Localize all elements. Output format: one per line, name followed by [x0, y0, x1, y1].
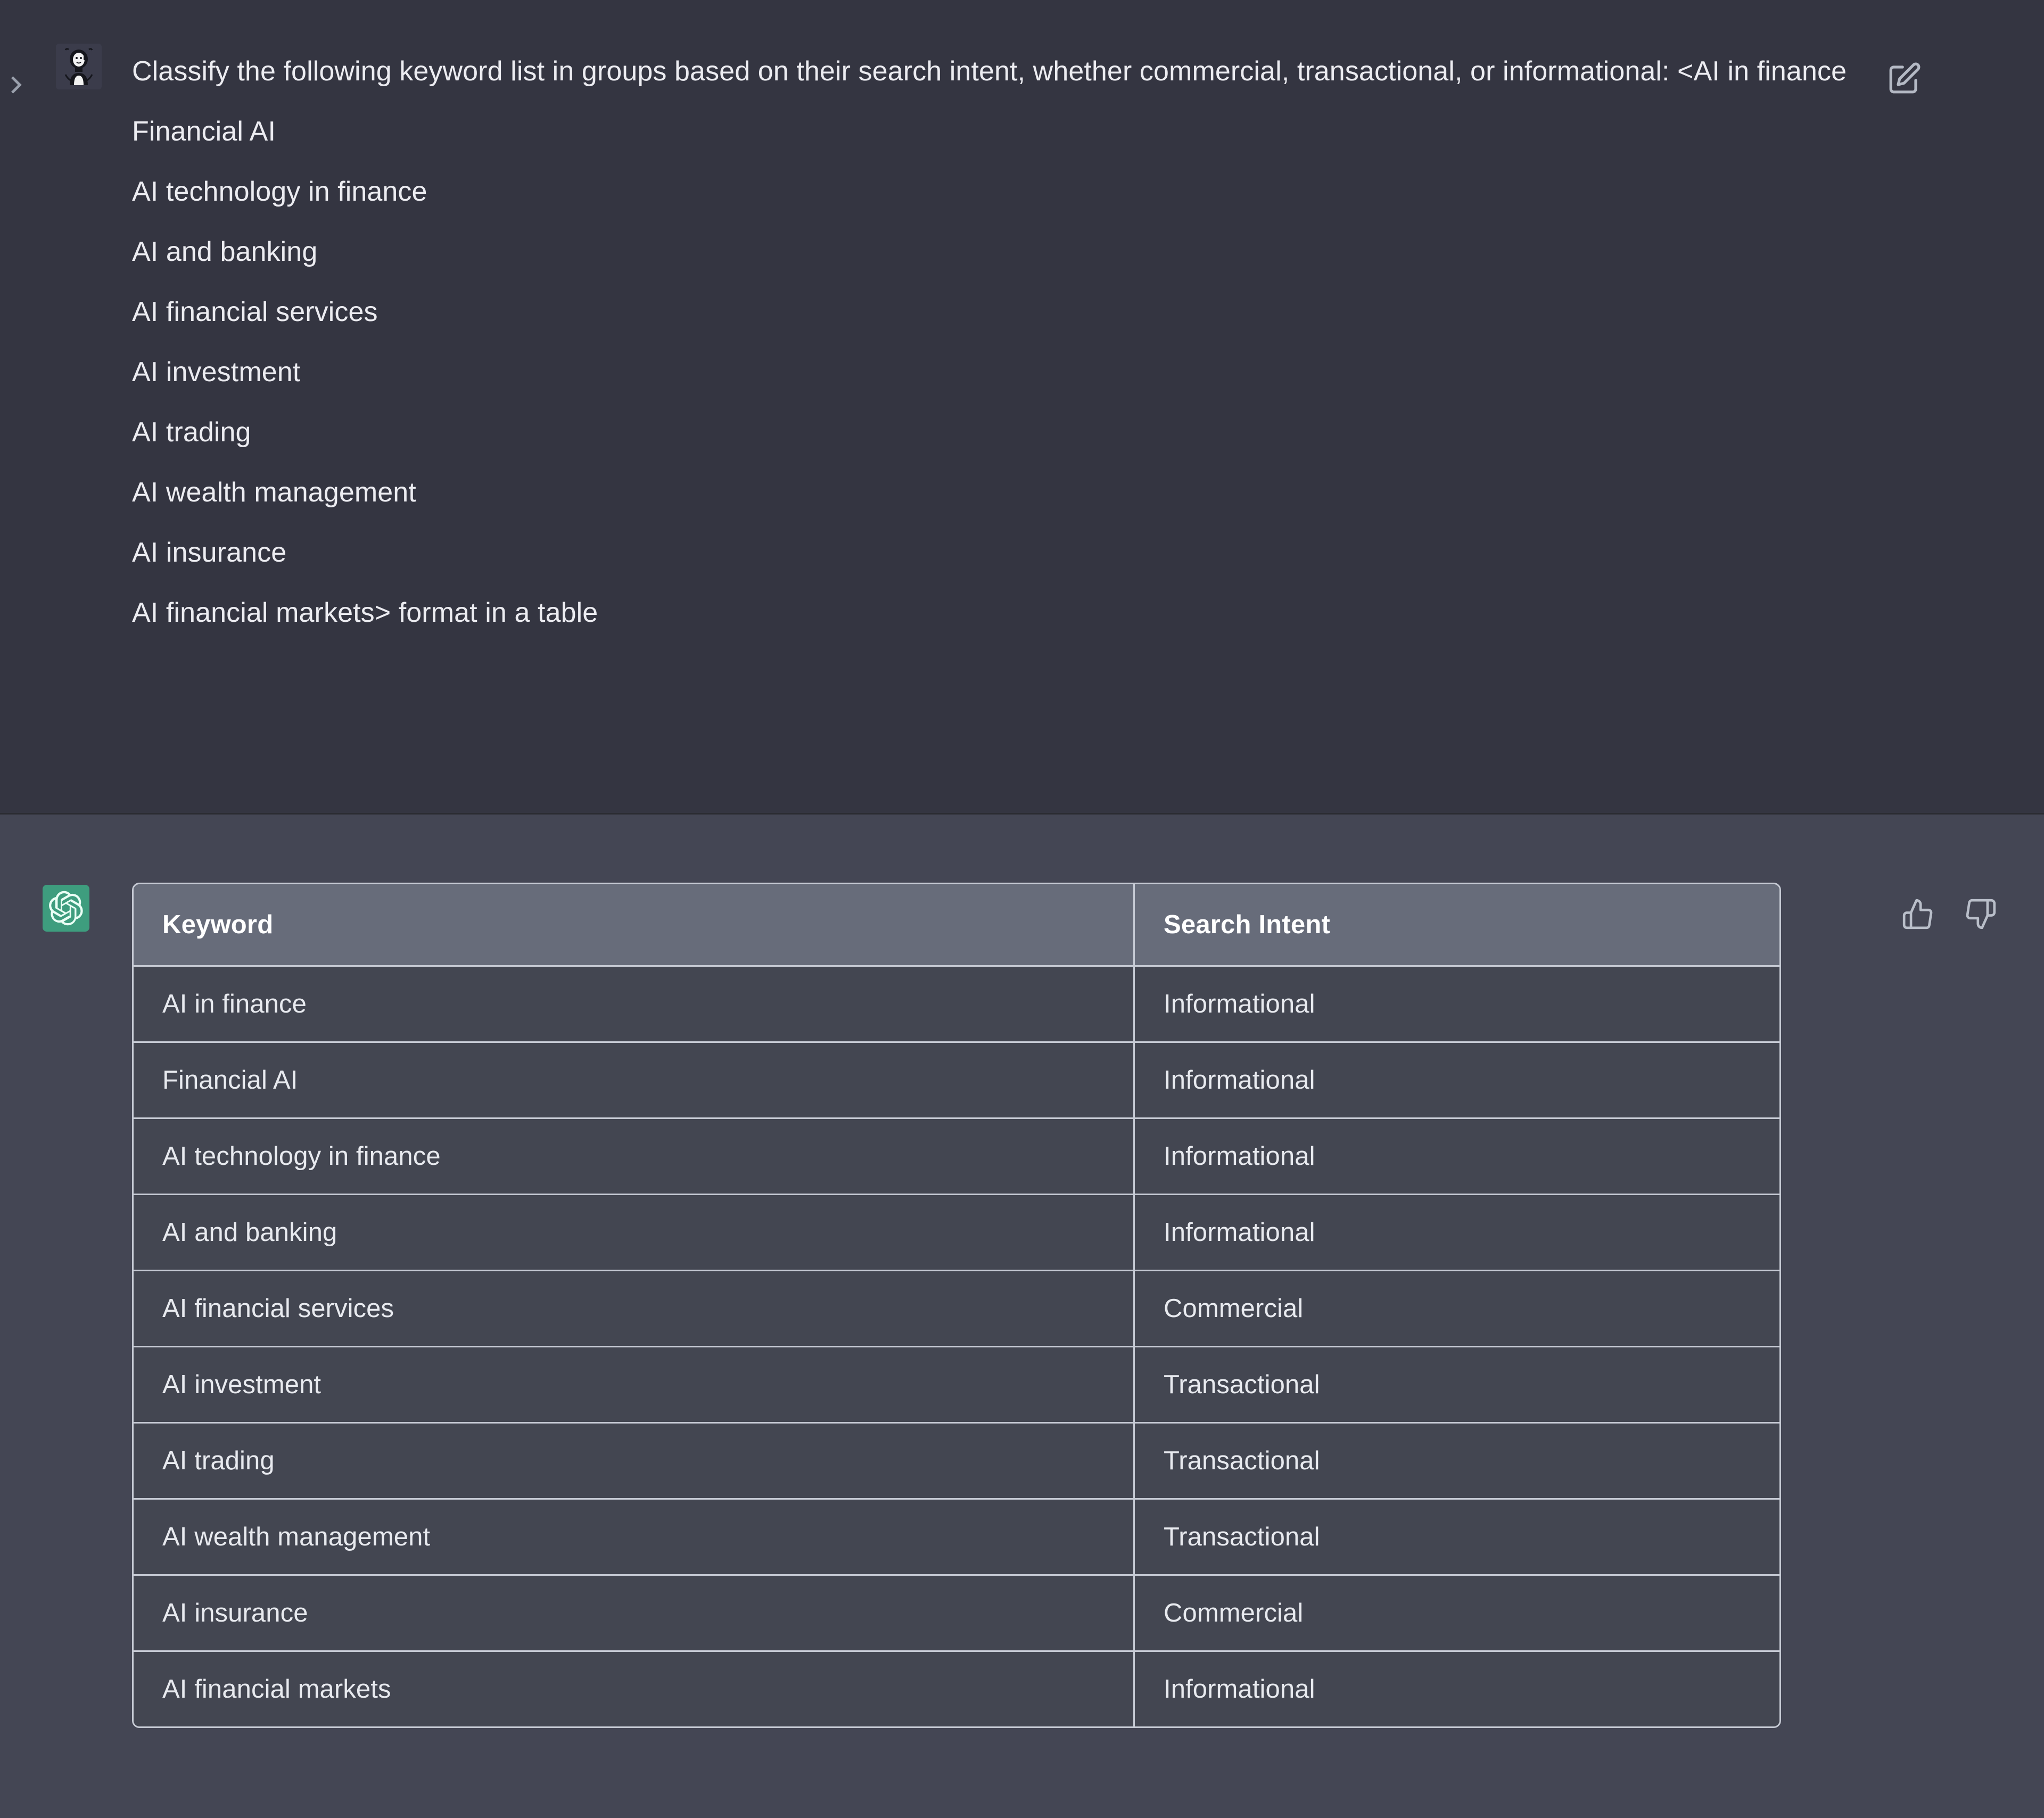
cell-search-intent: Informational [1135, 1195, 1779, 1271]
cell-search-intent: Informational [1135, 1043, 1779, 1119]
cell-keyword: AI insurance [134, 1576, 1135, 1652]
assistant-avatar-container [0, 815, 132, 932]
table-row: AI insurance Commercial [134, 1576, 1779, 1652]
cell-search-intent: Informational [1135, 967, 1779, 1043]
cell-keyword: AI and banking [134, 1195, 1135, 1271]
table-row: AI and banking Informational [134, 1195, 1779, 1271]
cell-search-intent: Informational [1135, 1119, 1779, 1195]
collapse-thread-control[interactable] [0, 0, 26, 98]
cell-search-intent: Transactional [1135, 1500, 1779, 1576]
search-intent-table: Keyword Search Intent AI in finance Info… [132, 883, 1781, 1728]
edit-message-button[interactable] [1882, 57, 1926, 101]
thumbs-up-icon [1901, 898, 1934, 931]
thumbs-up-button[interactable] [1898, 894, 1938, 934]
edit-message-container[interactable] [1882, 57, 1926, 101]
table-row: AI financial markets Informational [134, 1652, 1779, 1726]
user-prompt-text: Classify the following keyword list in g… [132, 56, 1847, 628]
table-row: AI technology in finance Informational [134, 1119, 1779, 1195]
cell-search-intent: Informational [1135, 1652, 1779, 1726]
table-row: AI in finance Informational [134, 967, 1779, 1043]
table-header-row: Keyword Search Intent [134, 884, 1779, 967]
cell-search-intent: Commercial [1135, 1576, 1779, 1652]
cell-keyword: AI financial services [134, 1271, 1135, 1347]
cell-keyword: AI wealth management [134, 1500, 1135, 1576]
table-row: AI financial services Commercial [134, 1271, 1779, 1347]
cell-keyword: AI trading [134, 1424, 1135, 1500]
cell-search-intent: Transactional [1135, 1347, 1779, 1424]
table-row: AI investment Transactional [134, 1347, 1779, 1424]
column-header-keyword: Keyword [134, 884, 1135, 967]
cell-keyword: AI in finance [134, 967, 1135, 1043]
table-row: AI wealth management Transactional [134, 1500, 1779, 1576]
cell-keyword: AI investment [134, 1347, 1135, 1424]
table-row: AI trading Transactional [134, 1424, 1779, 1500]
cell-keyword: Financial AI [134, 1043, 1135, 1119]
assistant-answer-body: Keyword Search Intent AI in finance Info… [132, 815, 2044, 1728]
feedback-controls [1898, 894, 2000, 934]
user-message-turn: Classify the following keyword list in g… [0, 0, 2044, 813]
assistant-message-turn: Keyword Search Intent AI in finance Info… [0, 813, 2044, 1818]
cell-keyword: AI technology in finance [134, 1119, 1135, 1195]
user-avatar-container [26, 0, 132, 89]
cell-search-intent: Transactional [1135, 1424, 1779, 1500]
cell-search-intent: Commercial [1135, 1271, 1779, 1347]
cell-keyword: AI financial markets [134, 1652, 1135, 1726]
chatgpt-logo-icon [43, 885, 89, 932]
thumbs-down-icon [1964, 898, 1997, 931]
column-header-search-intent: Search Intent [1135, 884, 1779, 967]
chevron-right-icon[interactable] [6, 75, 20, 98]
avatar [56, 44, 102, 89]
edit-pencil-square-icon [1886, 61, 1922, 98]
thumbs-down-button[interactable] [1961, 894, 2000, 934]
table-row: Financial AI Informational [134, 1043, 1779, 1119]
